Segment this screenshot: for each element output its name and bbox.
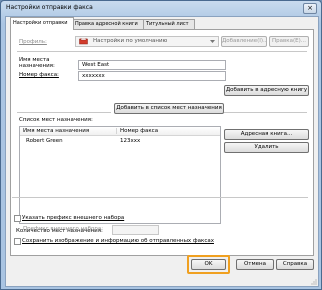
tab-label: Титульный лист [146,21,189,27]
add-to-destination-list-button[interactable]: Добавить в список мест назначения [114,103,224,114]
resize-grip-icon[interactable] [309,277,317,285]
profile-value: Настройки по умолчанию [93,38,168,44]
tab-send-settings[interactable]: Настройки отправки [10,17,74,30]
send-settings-panel: Профиль: Настройки по умолчанию Добавлен… [10,29,314,256]
prefix-field[interactable] [112,225,159,235]
destination-name-field[interactable]: West East [78,60,226,70]
prefix-field-label: Префикс внешнего набора: [23,226,104,232]
add-to-address-book-button[interactable]: Добавить в адресную книгу [224,85,309,96]
chevron-down-icon [210,40,215,43]
title-bar[interactable]: Настройки отправки факса × [1,1,321,15]
cancel-button[interactable]: Отмена [236,259,274,270]
list-item[interactable]: Robert Green 123xxx [20,137,220,145]
separator [12,197,308,198]
save-info-checkbox[interactable] [14,238,21,245]
window-title: Настройки отправки факса [6,4,93,11]
destination-list[interactable]: Имя места назначения Номер факса Robert … [19,126,221,224]
separator [224,112,307,113]
delete-button[interactable]: Удалить [224,142,309,153]
address-book-button[interactable]: Адресная книга... [224,129,309,140]
tab-label: Настройки отправки [13,20,68,26]
column-header-fax[interactable]: Номер факса [120,127,158,135]
profile-label: Профиль: [19,39,47,45]
dialog-body: Настройки отправки Правка адресной книги… [5,16,319,287]
fax-number-label: Номер факса: [19,72,59,78]
fax-profile-icon [79,38,88,45]
profile-edit-button[interactable]: Правка(E)... [269,36,309,47]
list-header: Имя места назначения Номер факса [20,127,220,136]
prefix-checkbox[interactable] [14,215,21,222]
destination-name-label: Имя места назначения: [19,57,55,69]
help-button[interactable]: Справка [276,259,314,270]
tab-label: Правка адресной книги [75,21,138,27]
tab-cover-sheet[interactable]: Титульный лист [143,19,195,29]
list-item-name: Robert Green [26,138,63,144]
profile-select[interactable]: Настройки по умолчанию [75,36,219,47]
prefix-checkbox-label: Указать префикс внешнего набора [22,215,125,221]
separator [17,112,111,113]
fax-number-field[interactable]: xxxxxxx [78,71,226,81]
save-info-checkbox-label: Сохранить изображение и информацию об от… [22,238,214,244]
column-divider [116,128,117,134]
tab-edit-address-book[interactable]: Правка адресной книги [72,19,146,29]
close-icon[interactable]: × [303,3,317,14]
separator [17,51,307,52]
destination-list-title: Список мест назначения: [19,117,93,123]
column-header-name[interactable]: Имя места назначения [23,127,89,135]
list-item-fax: 123xxx [120,138,141,144]
profile-add-button[interactable]: Добавление(I)... [221,36,267,47]
fax-send-settings-window: Настройки отправки факса × Настройки отп… [0,0,322,290]
ok-button[interactable]: OK [191,259,226,270]
